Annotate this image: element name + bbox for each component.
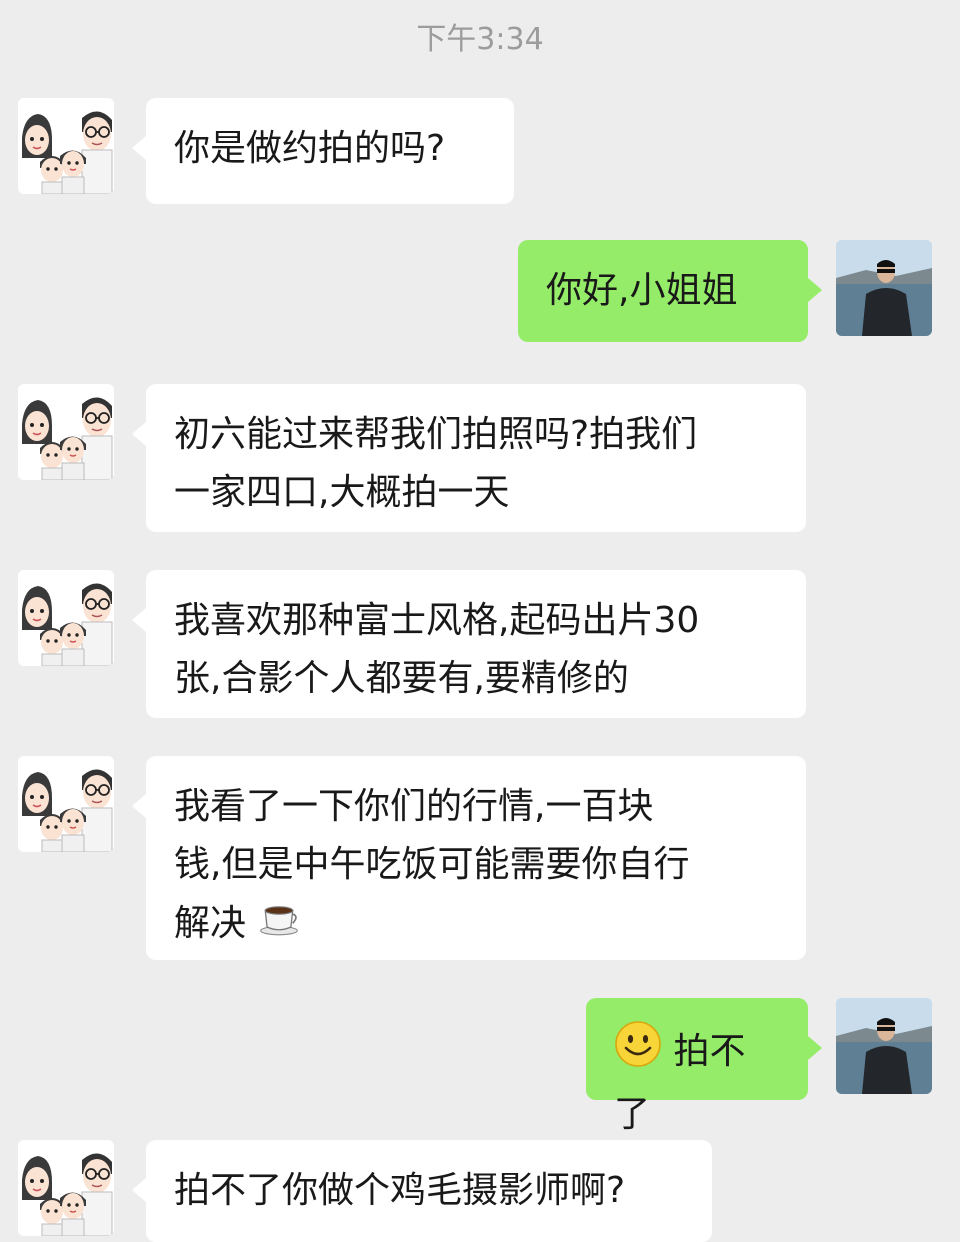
family-avatar-icon[interactable] xyxy=(18,1140,114,1236)
message-line: 一家四口,大概拍一天 xyxy=(174,472,510,513)
message-text: 拍不了你做个鸡毛摄影师啊? xyxy=(174,1170,626,1211)
message-text: 你是做约拍的吗? xyxy=(174,128,446,169)
message-line: 我看了一下你们的行情,一百块 xyxy=(174,786,654,827)
message-text: 你好,小姐姐 xyxy=(546,270,738,311)
incoming-message-bubble[interactable]: 我喜欢那种富士风格,起码出片30 张,合影个人都要有,要精修的 xyxy=(132,570,806,718)
incoming-message-bubble[interactable]: 我看了一下你们的行情,一百块 钱,但是中午吃饭可能需要你自行 解决 xyxy=(132,756,806,960)
user-photo-avatar[interactable] xyxy=(836,998,932,1094)
smile-emoji-icon xyxy=(614,1020,662,1086)
outgoing-message-bubble[interactable]: 你好,小姐姐 xyxy=(518,240,822,342)
incoming-message-bubble[interactable]: 初六能过来帮我们拍照吗?拍我们 一家四口,大概拍一天 xyxy=(132,384,806,532)
incoming-message-bubble[interactable]: 你是做约拍的吗? xyxy=(132,98,514,204)
outgoing-message-bubble[interactable]: 拍不了 xyxy=(586,998,822,1135)
chat-window: 下午3:34 你是做约拍的吗? 你好,小姐姐 初六能过来帮我们拍照吗?拍我们 一… xyxy=(0,0,960,1242)
family-avatar-icon[interactable] xyxy=(18,384,114,480)
message-line: 钱,但是中午吃饭可能需要你自行 xyxy=(174,844,690,885)
message-line: 初六能过来帮我们拍照吗?拍我们 xyxy=(174,414,698,455)
family-avatar-icon[interactable] xyxy=(18,756,114,852)
incoming-message-bubble[interactable]: 拍不了你做个鸡毛摄影师啊? xyxy=(132,1140,712,1242)
message-line: 我喜欢那种富士风格,起码出片30 xyxy=(174,600,700,641)
message-timestamp: 下午3:34 xyxy=(416,22,544,57)
message-line: 张,合影个人都要有,要精修的 xyxy=(174,658,629,699)
coffee-emoji-icon xyxy=(257,894,301,956)
family-avatar-icon[interactable] xyxy=(18,98,114,194)
message-line: 解决 xyxy=(174,903,247,944)
user-photo-avatar[interactable] xyxy=(836,240,932,336)
family-avatar-icon[interactable] xyxy=(18,570,114,666)
